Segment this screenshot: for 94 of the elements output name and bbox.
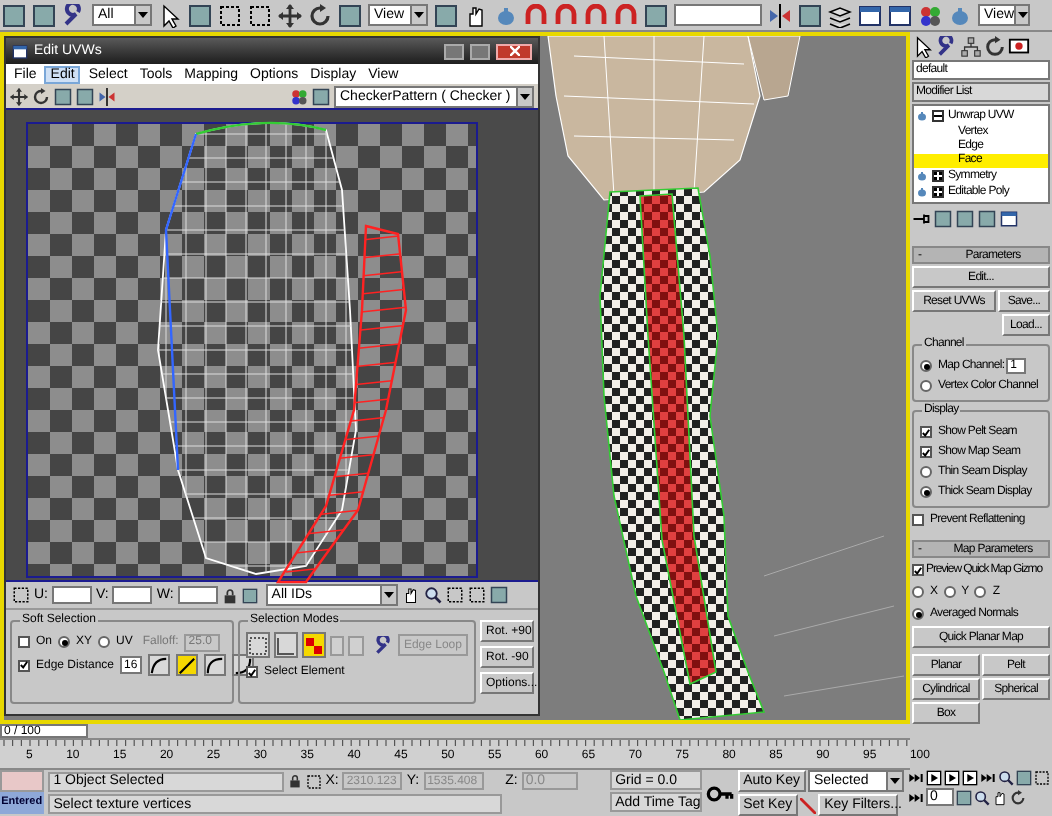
manipulate-icon[interactable] [464,3,488,27]
close-icon[interactable] [509,46,519,56]
orbit-icon[interactable] [1010,789,1026,805]
spinner-snap-icon[interactable] [614,3,638,27]
expand-toggle[interactable] [932,169,944,182]
minimize-button[interactable] [444,43,464,59]
zoom-icon[interactable] [998,770,1014,786]
go-to-start-icon[interactable] [908,770,924,786]
bind-icon[interactable] [62,3,86,27]
angle-snap-icon[interactable] [554,3,578,27]
play-icon[interactable] [944,770,960,786]
mirror-icon[interactable] [98,87,116,105]
checkbox[interactable] [912,564,924,576]
rotate-icon[interactable] [308,3,332,27]
modify-tab-icon[interactable] [936,35,958,57]
radio-button[interactable] [920,380,932,392]
falloff-curve-button[interactable] [147,654,170,676]
previous-frame-icon[interactable] [926,770,942,786]
falloff-curve-button[interactable] [203,654,226,676]
key-mode-toggle-icon[interactable] [908,789,924,805]
window-select-icon[interactable] [248,3,272,27]
bulb-icon[interactable] [916,110,928,123]
caret-icon[interactable] [138,12,148,18]
coordinate-field[interactable] [52,586,92,604]
radio-button[interactable] [98,636,111,648]
display-tab-icon[interactable] [1008,35,1030,57]
motion-tab-icon[interactable] [984,35,1006,57]
expand-toggle[interactable] [932,185,944,198]
falloff-curve-button[interactable] [175,654,198,676]
schematic-view-icon[interactable] [888,3,912,27]
hierarchy-tab-icon[interactable] [960,35,982,57]
percent-snap-icon[interactable] [584,3,608,27]
caret-icon[interactable] [414,12,424,18]
radio-button[interactable] [974,586,987,598]
radio-button[interactable] [920,486,932,498]
bulb-icon[interactable] [916,169,928,182]
caret-icon[interactable] [1017,12,1028,18]
caret-icon[interactable] [890,778,900,784]
select-icon[interactable] [158,3,182,27]
material-editor-icon[interactable] [918,3,942,27]
radio-button[interactable] [920,466,932,478]
app-icon[interactable] [12,43,28,59]
rectangle-select-icon[interactable] [218,3,242,27]
expand-toggle[interactable] [932,110,944,123]
snap-icon[interactable] [524,3,548,27]
pan-view-icon[interactable] [992,789,1008,805]
checkbox[interactable] [920,446,932,458]
coordinate-field[interactable] [177,586,218,604]
uv-canvas[interactable] [6,108,538,582]
caret-icon[interactable] [383,592,394,598]
radio-button[interactable] [912,586,924,598]
pin-stack-icon[interactable] [912,209,930,227]
move-icon[interactable] [278,3,302,27]
checkbox[interactable] [246,666,258,678]
zoom-extents-icon[interactable] [1034,770,1050,786]
pan-icon[interactable] [401,586,420,604]
configure-icon[interactable] [1000,209,1018,227]
selection-mode-button[interactable] [302,632,326,658]
lock-icon[interactable] [221,587,238,603]
bulb-icon[interactable] [916,185,928,198]
maximize-button[interactable] [470,43,490,59]
zoom-extents-icon[interactable] [467,586,486,604]
checkbox[interactable] [912,514,924,526]
caret-icon[interactable] [520,93,530,99]
field-of-view-icon[interactable] [974,789,990,805]
lock-icon[interactable] [287,774,302,788]
key-mode-icon[interactable] [800,797,817,813]
viewport[interactable] [0,32,910,724]
checkbox[interactable] [18,659,30,671]
selection-mode-button[interactable] [246,632,270,658]
radio-button[interactable] [912,608,924,620]
create-tab-icon[interactable] [912,35,934,57]
named-selection-field[interactable] [674,4,762,26]
close-button[interactable] [496,43,532,59]
paint-select-icon[interactable] [373,635,394,655]
radio-button[interactable] [943,586,956,598]
go-to-end-icon[interactable] [980,770,996,786]
zoom-region-icon[interactable] [445,586,464,604]
checkbox[interactable] [920,426,932,438]
zoom-icon[interactable] [423,586,442,604]
radio-button[interactable] [58,636,71,648]
move-icon[interactable] [10,87,28,105]
checkbox[interactable] [18,636,30,648]
layers-icon[interactable] [828,3,852,27]
radio-button[interactable] [920,360,932,372]
absolute-mode-icon[interactable] [12,586,30,604]
mirror-icon[interactable] [768,3,792,27]
coordinate-field[interactable] [112,586,153,604]
texture-icon[interactable] [290,87,308,105]
curve-editor-icon[interactable] [858,3,882,27]
selection-mode-button[interactable] [274,632,298,658]
absolute-mode-icon[interactable] [305,773,322,789]
script-listener-field[interactable] [0,770,44,792]
rotate-icon[interactable] [32,87,50,105]
